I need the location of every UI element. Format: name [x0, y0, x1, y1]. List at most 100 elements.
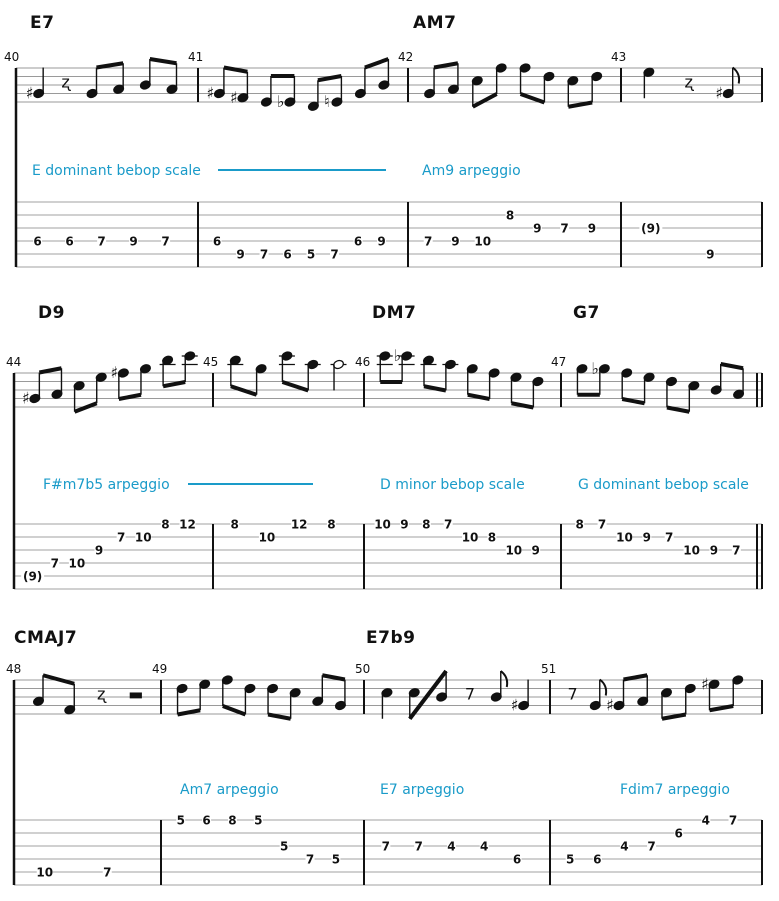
fret-number: 7 [732, 544, 740, 558]
fret-number: 7 [97, 235, 105, 249]
fret-number: 5 [332, 853, 340, 867]
fret-number: 7 [665, 531, 673, 545]
fret-number: 5 [280, 840, 288, 854]
measure-51: 51 7 ♯ ♯ 5 6 4 7 6 4 7 [541, 662, 744, 867]
measure-number: 41 [188, 50, 203, 64]
fret-number: 12 [291, 518, 308, 532]
rest-symbol: ʐ [61, 73, 71, 92]
fret-number: 9 [377, 235, 385, 249]
fret-number: 6 [202, 814, 210, 828]
measure-number: 42 [398, 50, 413, 64]
rest-symbol: ▬ [128, 685, 143, 704]
technique-label: Am9 arpeggio [422, 163, 521, 179]
note-flag [500, 670, 509, 688]
note-beam [149, 57, 177, 66]
fret-number: 8 [576, 518, 584, 532]
accidental-sharp: ♯ [511, 696, 519, 715]
note-beam [38, 366, 62, 375]
fret-number: 7 [444, 518, 452, 532]
fret-number: 9 [533, 222, 541, 236]
note-beam [666, 405, 690, 414]
rest-symbol: ʐ [97, 685, 107, 704]
fret-number: 12 [179, 518, 196, 532]
accidental-sharp: ♯ [606, 696, 614, 715]
note-beam [519, 92, 546, 105]
fret-number: 5 [177, 814, 185, 828]
fret-number: 7 [382, 840, 390, 854]
fret-number: 9 [236, 248, 244, 262]
fret-number: 8 [327, 518, 335, 532]
measure-number: 50 [355, 662, 370, 676]
chord-symbol: G7 [573, 303, 600, 323]
fret-number: 6 [354, 235, 362, 249]
fret-number: 7 [729, 814, 737, 828]
accidental-sharp: ♯ [206, 84, 214, 103]
measure-44: 44♯♯(9)7 1097 108 12 [6, 351, 198, 584]
measure-42: 42 7 9 10 8 9 7 9 [398, 50, 603, 249]
fret-number: 7 [424, 235, 432, 249]
fret-number: 10 [505, 544, 522, 558]
measure-45: 45 8 10 12 8 [203, 351, 347, 545]
technique-label: E dominant bebop scale [32, 163, 201, 179]
fret-number: 10 [259, 531, 276, 545]
fret-number: 7 [330, 248, 338, 262]
measure-48: 48 ʐ ▬ 10 7 [6, 662, 143, 880]
note-beam [567, 100, 593, 109]
chord-symbol: AM7 [413, 13, 456, 33]
rest-symbol: 7 [465, 685, 475, 704]
note-flag [732, 66, 741, 84]
fret-number: 7 [306, 853, 314, 867]
measure-43: 43 ʐ ♯ (9) 9 [611, 50, 741, 262]
fret-number: 5 [307, 248, 315, 262]
chord-symbol: E7b9 [366, 628, 415, 648]
note-beam [623, 673, 648, 682]
measure-number: 47 [551, 355, 566, 369]
chord-symbol: D9 [38, 303, 65, 323]
system-1: E7 AM740♯ʐ6 6 7 9 741♯ ♯ ♭ ♮69 7 6 5 76 9427 9 1089 7 943… [4, 13, 763, 268]
fret-number: (9) [641, 222, 660, 236]
note-beam [267, 712, 292, 721]
fret-number: 7 [117, 531, 125, 545]
fret-number: 9 [710, 544, 718, 558]
note-beam [321, 673, 346, 682]
note-beam [621, 397, 645, 406]
fret-number: 10 [69, 557, 86, 571]
rest-symbol: 7 [568, 685, 578, 704]
measure-41: 41 ♯ ♯ ♭ ♮ 6 9 7 6 5 7 6 9 [188, 50, 390, 262]
fret-number: 9 [706, 248, 714, 262]
note-beam [433, 61, 459, 70]
fret-number: 4 [702, 814, 710, 828]
fret-number: 9 [588, 222, 596, 236]
technique-label: E7 arpeggio [380, 782, 464, 798]
accidental-sharp: ♯ [701, 674, 709, 693]
chord-symbol: E7 [30, 13, 54, 33]
fret-number: 7 [51, 557, 59, 571]
fret-number: 6 [33, 235, 41, 249]
measure-49: 49 5 6 8 5 5 7 5 [152, 662, 346, 867]
fret-number: 9 [532, 544, 540, 558]
fret-number: 6 [513, 853, 521, 867]
accidental-sharp: ♯ [26, 84, 34, 103]
measure-46: 46 ♭10 9 8 710 810 9 [355, 346, 544, 558]
note-beam [720, 362, 744, 371]
accidental-natural: ♮ [324, 92, 330, 111]
fret-number: 7 [103, 866, 111, 880]
fret-number: 5 [566, 853, 574, 867]
note-flag [599, 678, 608, 696]
fret-number: 8 [506, 209, 514, 223]
fret-number: 7 [260, 248, 268, 262]
fret-number: 8 [422, 518, 430, 532]
fret-number: 6 [593, 853, 601, 867]
fret-number: 9 [451, 235, 459, 249]
measure-47: 47 ♭8 710 9 710 9 7 [551, 355, 745, 558]
fret-number: 9 [129, 235, 137, 249]
fret-number: 7 [598, 518, 606, 532]
chord-symbol: DM7 [372, 303, 416, 323]
note-beam [222, 704, 247, 717]
measure-40: 40 ♯ ʐ 6 6 7 9 7 [4, 50, 178, 249]
note-beam [661, 712, 687, 721]
fret-number: 6 [65, 235, 73, 249]
measure-number: 45 [203, 355, 218, 369]
music-sheet: E7 AM740♯ʐ6 6 7 9 741♯ ♯ ♭ ♮69 7 6 5 76 9427 9 1089 7 943… [4, 13, 763, 886]
fret-number: 10 [462, 531, 479, 545]
